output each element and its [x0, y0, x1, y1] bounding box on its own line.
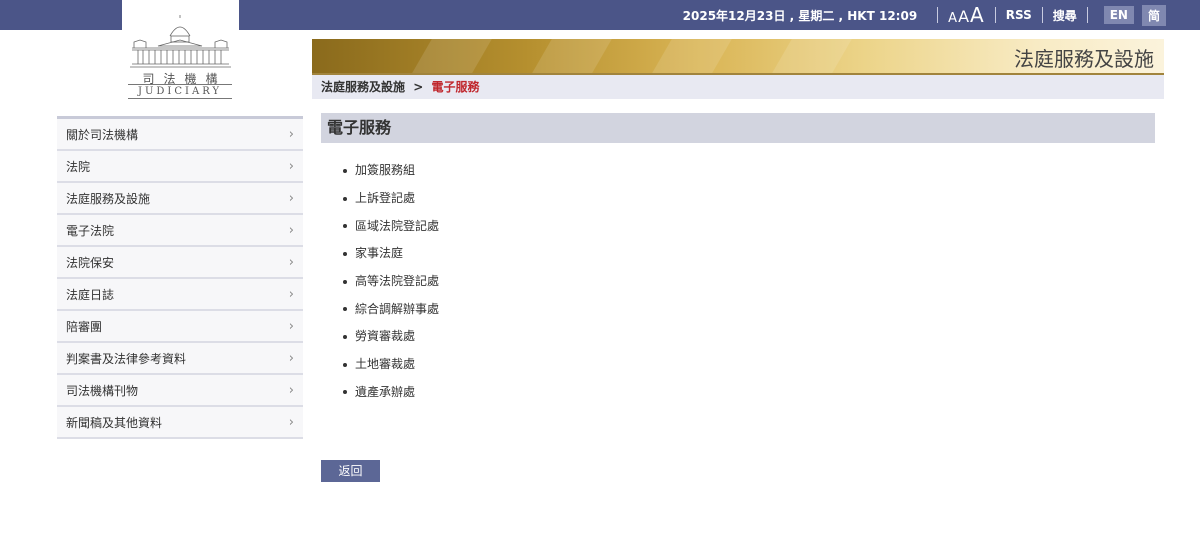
divider [1086, 7, 1088, 23]
sidebar-item-label: 法庭日誌 [66, 287, 115, 302]
divider [937, 7, 939, 23]
chevron-right-icon: › [288, 222, 294, 238]
chevron-right-icon: › [288, 158, 294, 174]
section-banner: 法庭服務及設施 [312, 39, 1164, 73]
divider [1041, 7, 1043, 23]
bullet-icon [343, 362, 347, 367]
chevron-right-icon: › [288, 286, 294, 302]
chevron-right-icon: › [288, 126, 294, 142]
list-item: 加簽服務組 [343, 157, 439, 185]
service-link[interactable]: 高等法院登記處 [355, 268, 439, 295]
service-link[interactable]: 遺產承辦處 [355, 379, 415, 406]
sidebar-item-court-security[interactable]: 法院保安 › [57, 247, 303, 279]
sidebar-item-label: 司法機構刊物 [66, 383, 139, 398]
sidebar-item-court-services[interactable]: 法庭服務及設施 › [57, 183, 303, 215]
service-link[interactable]: 區域法院登記處 [355, 213, 439, 240]
service-list: 加簽服務組 上訴登記處 區域法院登記處 家事法庭 高等法院登記處 綜合調解辦事處… [343, 157, 439, 406]
list-item: 綜合調解辦事處 [343, 295, 439, 323]
banner-decoration [412, 39, 492, 73]
sidebar-item-label: 法院 [66, 159, 91, 174]
chevron-right-icon: › [288, 318, 294, 334]
breadcrumb-separator: > [413, 80, 424, 94]
sidebar-item-publications[interactable]: 司法機構刊物 › [57, 375, 303, 407]
chevron-right-icon: › [288, 350, 294, 366]
sidebar-item-label: 法庭服務及設施 [66, 191, 151, 206]
sidebar-item-daily-cause-list[interactable]: 法庭日誌 › [57, 279, 303, 311]
bullet-icon [343, 307, 347, 312]
breadcrumb-parent-link[interactable]: 法庭服務及設施 [321, 80, 405, 94]
bullet-icon [343, 251, 347, 256]
list-item: 遺產承辦處 [343, 379, 439, 407]
list-item: 高等法院登記處 [343, 268, 439, 296]
sidebar-item-press-releases[interactable]: 新聞稿及其他資料 › [57, 407, 303, 439]
sidebar-item-label: 關於司法機構 [66, 127, 139, 142]
back-button[interactable]: 返回 [321, 460, 380, 482]
bullet-icon [343, 334, 347, 339]
bullet-icon [343, 196, 347, 201]
sidebar-item-about[interactable]: 關於司法機構 › [57, 119, 303, 151]
service-link[interactable]: 加簽服務組 [355, 157, 415, 184]
sidebar-item-label: 法院保安 [66, 255, 115, 270]
bullet-icon [343, 279, 347, 284]
banner-decoration [772, 39, 852, 73]
sidebar-item-judgments[interactable]: 判案書及法律參考資料 › [57, 343, 303, 375]
list-item: 上訴登記處 [343, 185, 439, 213]
lang-en-button[interactable]: EN [1103, 6, 1134, 24]
service-link[interactable]: 家事法庭 [355, 240, 403, 267]
sidebar-item-label: 電子法院 [66, 223, 115, 238]
list-item: 區域法院登記處 [343, 212, 439, 240]
sidebar-item-label: 判案書及法律參考資料 [66, 351, 187, 366]
chevron-right-icon: › [288, 382, 294, 398]
service-link[interactable]: 勞資審裁處 [355, 323, 415, 350]
sidebar-item-jury[interactable]: 陪審團 › [57, 311, 303, 343]
service-link[interactable]: 土地審裁處 [355, 351, 415, 378]
bullet-icon [343, 168, 347, 173]
breadcrumb: 法庭服務及設施 > 電子服務 [312, 75, 1164, 99]
chevron-right-icon: › [288, 254, 294, 270]
font-size-small-button[interactable]: A [948, 11, 957, 26]
service-link[interactable]: 上訴登記處 [355, 185, 415, 212]
rss-link[interactable]: RSS [1006, 8, 1032, 22]
font-size-medium-button[interactable]: A [958, 7, 969, 26]
chevron-right-icon: › [288, 190, 294, 206]
chevron-right-icon: › [288, 414, 294, 430]
list-item: 家事法庭 [343, 240, 439, 268]
font-size-large-button[interactable]: A [970, 3, 984, 27]
bullet-icon [343, 390, 347, 395]
bullet-icon [343, 224, 347, 229]
service-link[interactable]: 綜合調解辦事處 [355, 296, 439, 323]
divider [994, 7, 996, 23]
top-bar-tools: 2025年12月23日 , 星期二 , HKT 12:09 A A A RSS … [683, 0, 1166, 30]
list-item: 勞資審裁處 [343, 323, 439, 351]
banner-title: 法庭服務及設施 [1014, 47, 1154, 71]
search-link[interactable]: 搜尋 [1053, 7, 1077, 24]
sidebar-item-e-courts[interactable]: 電子法院 › [57, 215, 303, 247]
list-item: 土地審裁處 [343, 351, 439, 379]
current-date: 2025年12月23日 , 星期二 , HKT 12:09 [682, 8, 918, 23]
court-building-icon [130, 15, 231, 68]
lang-sc-button[interactable]: 简 [1141, 4, 1166, 26]
breadcrumb-current: 電子服務 [431, 80, 480, 94]
sidebar-item-courts[interactable]: 法院 › [57, 151, 303, 183]
sidebar-item-label: 陪審團 [66, 319, 103, 334]
page-title: 電子服務 [321, 113, 1155, 143]
sidebar-item-label: 新聞稿及其他資料 [66, 415, 163, 430]
judiciary-logo[interactable]: 司法機構 JUDICIARY [122, 0, 239, 104]
banner-decoration [532, 39, 612, 73]
logo-name-english: JUDICIARY [128, 84, 232, 99]
banner-decoration [652, 39, 732, 73]
sidebar-nav: 關於司法機構 › 法院 › 法庭服務及設施 › 電子法院 › 法院保安 › 法庭… [57, 116, 303, 439]
font-size-controls: A A A [948, 3, 985, 27]
